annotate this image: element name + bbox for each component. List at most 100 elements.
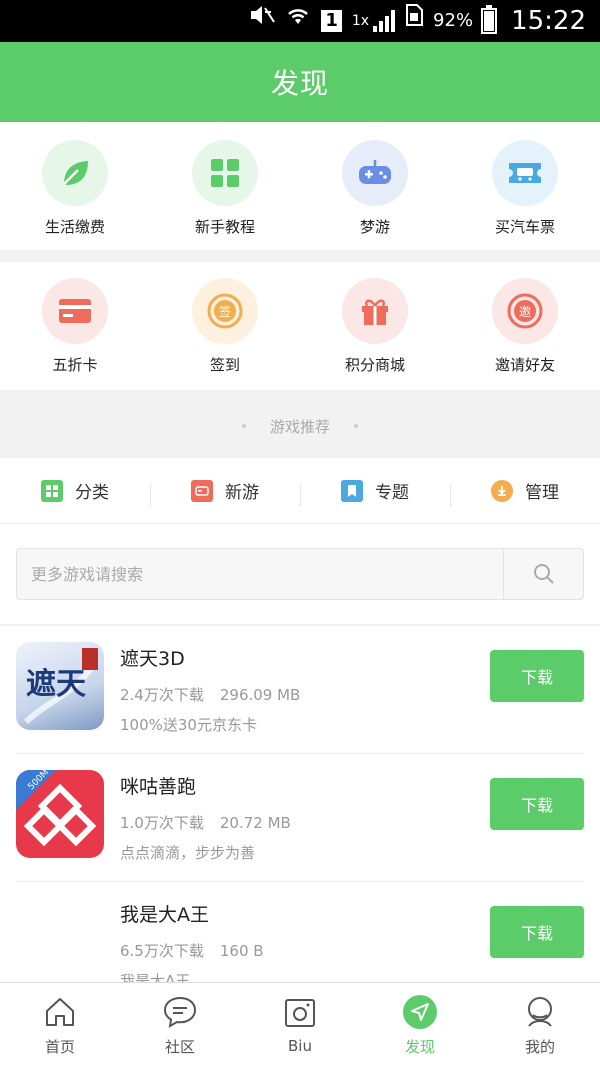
card-icon: [42, 278, 108, 344]
game-name: 遮天3D: [120, 648, 185, 670]
battery-percent: 92%: [433, 10, 474, 31]
tab-manage[interactable]: 管理: [450, 478, 600, 506]
game-description: 点点滴滴，步步为善: [120, 844, 256, 862]
bookmark-icon: [341, 479, 363, 502]
leaf-icon: [42, 140, 108, 206]
search-bar: [16, 548, 584, 600]
service-label: 新手教程: [194, 218, 255, 236]
game-icon-zhetian: 遮天: [16, 642, 104, 730]
bottom-nav: 首页 社区 Biu 发现 我的: [0, 982, 600, 1067]
tab-topics[interactable]: 专题: [300, 478, 450, 506]
tab-label: 管理: [525, 483, 559, 503]
app-header: 发现: [0, 42, 600, 122]
nav-label: 首页: [44, 1037, 75, 1056]
bus-ticket-icon: [492, 140, 558, 206]
list-item[interactable]: 遮天 遮天3D 2.4万次下载 296.09 MB 100%送30元京东卡 下载: [16, 626, 584, 754]
home-icon: [42, 994, 78, 1030]
list-item[interactable]: 我是大A王 6.5万次下载 160 B 我是大A王 下载: [16, 882, 584, 982]
download-count: 2.4万次下载: [120, 686, 204, 704]
sim-card-icon: [405, 0, 424, 42]
service-life-payment[interactable]: 生活缴费: [0, 140, 150, 250]
service-label: 买汽车票: [494, 218, 555, 236]
tab-category[interactable]: 分类: [0, 478, 150, 503]
svg-text:邀: 邀: [519, 304, 531, 319]
download-count: 1.0万次下载: [120, 814, 204, 832]
nav-community[interactable]: 社区: [120, 983, 240, 1067]
download-button[interactable]: 下载: [490, 650, 584, 702]
nav-home[interactable]: 首页: [0, 983, 120, 1067]
file-size: 296.09 MB: [219, 686, 301, 704]
nav-label: 我的: [524, 1037, 555, 1056]
page-title: 发现: [270, 67, 329, 100]
checkin-icon: 签: [192, 278, 258, 344]
game-meta: 1.0万次下载 20.72 MB: [120, 812, 291, 833]
service-checkin[interactable]: 签 签到: [150, 278, 300, 390]
game-description: 100%送30元京东卡: [120, 716, 257, 734]
clock: 15:22: [511, 6, 586, 36]
game-name: 我是大A王: [120, 904, 209, 926]
download-manage-icon: [491, 479, 513, 502]
tab-label: 分类: [75, 483, 109, 503]
service-label: 签到: [209, 356, 240, 374]
category-grid-icon: [41, 479, 63, 502]
game-icon-placeholder: [16, 898, 104, 982]
service-points-mall[interactable]: 积分商城: [300, 278, 450, 390]
network-type: 1x: [351, 13, 370, 29]
tab-new-games[interactable]: 新游: [150, 478, 300, 506]
gamepad-icon: [342, 140, 408, 206]
services-grid-row1: 生活缴费 新手教程 梦游 买汽车票: [0, 122, 600, 250]
file-size: 20.72 MB: [219, 814, 291, 832]
service-mengyou[interactable]: 梦游: [300, 140, 450, 250]
divider-dot: [241, 424, 246, 428]
tab-label: 专题: [375, 483, 409, 503]
game-name: 咪咕善跑: [120, 776, 197, 798]
signal-icon: [373, 10, 396, 32]
compass-icon: [402, 994, 438, 1030]
search-button[interactable]: [503, 549, 583, 599]
game-meta: 6.5万次下载 160 B: [120, 940, 264, 961]
chat-bubble-icon: [162, 994, 198, 1030]
service-label: 五折卡: [52, 356, 98, 374]
mute-icon: [249, 0, 276, 42]
status-bar: 1 1x 92% 15:22: [0, 0, 600, 42]
nav-discover[interactable]: 发现: [360, 983, 480, 1067]
invite-icon: 邀: [492, 278, 558, 344]
nav-biu[interactable]: Biu: [240, 983, 360, 1067]
grid-icon: [192, 140, 258, 206]
download-button[interactable]: 下载: [490, 778, 584, 830]
nav-label: 发现: [404, 1037, 435, 1056]
search-section: [0, 524, 600, 624]
services-grid-row2: 五折卡 签 签到 积分商城 邀 邀请好友: [0, 262, 600, 390]
game-meta: 2.4万次下载 296.09 MB: [120, 684, 300, 705]
service-tutorial[interactable]: 新手教程: [150, 140, 300, 250]
nav-label: Biu: [288, 1037, 312, 1055]
service-label: 梦游: [359, 218, 390, 236]
new-game-icon: [191, 479, 213, 502]
section-title: 游戏推荐: [269, 417, 330, 436]
profile-icon: [522, 994, 558, 1030]
gift-icon: [342, 278, 408, 344]
download-count: 6.5万次下载: [120, 942, 204, 960]
camera-icon: [282, 995, 318, 1031]
game-icon-text: 遮天: [26, 667, 86, 702]
service-invite-friends[interactable]: 邀 邀请好友: [450, 278, 600, 390]
section-header: 游戏推荐: [0, 398, 600, 454]
service-label: 生活缴费: [44, 218, 105, 236]
svg-text:签: 签: [219, 304, 231, 319]
battery-icon: [481, 5, 498, 34]
game-list: 遮天 遮天3D 2.4万次下载 296.09 MB 100%送30元京东卡 下载 …: [0, 626, 600, 982]
search-icon: [533, 564, 554, 584]
sim-indicator: 1: [321, 10, 342, 32]
list-item[interactable]: 500M 咪咕善跑 1.0万次下载 20.72 MB 点点滴滴，步步为善 下载: [16, 754, 584, 882]
download-button[interactable]: 下载: [490, 906, 584, 958]
nav-label: 社区: [164, 1037, 195, 1056]
service-label: 积分商城: [344, 356, 405, 374]
game-icon-migu: 500M: [16, 770, 104, 858]
search-input[interactable]: [17, 549, 503, 599]
service-discount-card[interactable]: 五折卡: [0, 278, 150, 390]
nav-profile[interactable]: 我的: [480, 983, 600, 1067]
divider-dot: [354, 424, 358, 428]
service-bus-ticket[interactable]: 买汽车票: [450, 140, 600, 250]
tab-label: 新游: [225, 483, 259, 503]
wifi-icon: [285, 0, 311, 42]
